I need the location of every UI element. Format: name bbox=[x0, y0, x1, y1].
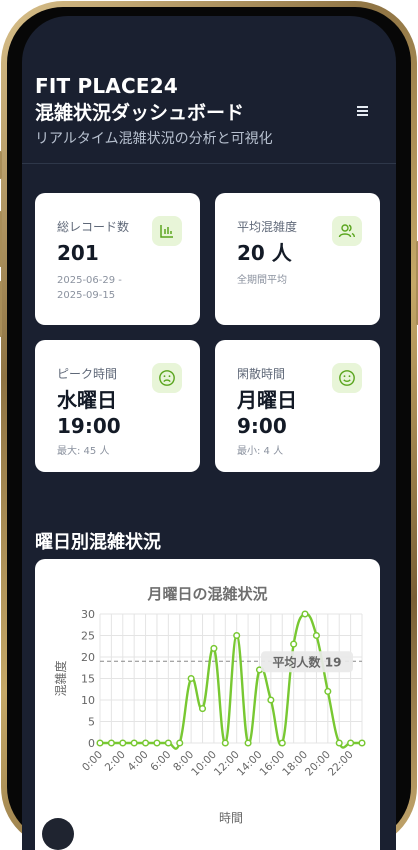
card-label: ピーク時間 bbox=[57, 367, 118, 381]
dashboard-subtitle: リアルタイム混雑状況の分析と可視化 bbox=[35, 131, 273, 147]
users-icon bbox=[332, 216, 362, 246]
y-tick-label: 15 bbox=[81, 673, 95, 686]
y-tick-label: 20 bbox=[81, 651, 95, 664]
data-point bbox=[347, 739, 355, 747]
data-point bbox=[176, 739, 184, 747]
bar-chart-icon bbox=[152, 216, 182, 246]
peak-hour: 19:00 bbox=[57, 414, 121, 438]
quiet-day: 月曜日 bbox=[237, 388, 297, 412]
data-point bbox=[278, 739, 286, 747]
volume-down-button bbox=[0, 281, 2, 337]
data-point bbox=[210, 644, 218, 652]
data-point bbox=[244, 739, 252, 747]
volume-up-button bbox=[0, 211, 2, 267]
data-point bbox=[290, 640, 298, 648]
data-point bbox=[107, 739, 115, 747]
data-point bbox=[233, 631, 241, 640]
average-label-text: 平均人数 19 bbox=[273, 654, 342, 669]
card-caption: 最小: 4 人 bbox=[237, 446, 284, 457]
card-caption: 全期間平均 bbox=[237, 275, 287, 286]
x-tick-label: 2:00 bbox=[103, 749, 128, 774]
card-date-range-start: 2025-06-29 - bbox=[57, 275, 122, 286]
floating-action-button[interactable] bbox=[42, 818, 74, 850]
data-point bbox=[267, 696, 275, 704]
card-caption: 最大: 45 人 bbox=[57, 446, 110, 457]
x-tick-label: 0:00 bbox=[80, 749, 105, 774]
section-title: 曜日別混雑状況 bbox=[35, 532, 161, 553]
quiet-hour: 9:00 bbox=[237, 414, 287, 438]
card-label: 平均混雑度 bbox=[237, 220, 298, 234]
peak-time-card: ピーク時間 水曜日 19:00 最大: 45 人 bbox=[35, 340, 200, 472]
y-tick-label: 5 bbox=[88, 716, 95, 729]
data-point bbox=[153, 739, 161, 747]
data-point bbox=[221, 739, 229, 747]
congestion-line-chart: 0510152025300:002:004:006:008:0010:0012:… bbox=[53, 608, 366, 825]
average-label: 平均人数 19 bbox=[261, 651, 353, 673]
data-point bbox=[164, 739, 172, 747]
y-axis-label: 混雑度 bbox=[53, 660, 68, 696]
data-point bbox=[142, 739, 150, 747]
data-point bbox=[312, 631, 320, 640]
average-congestion-card: 平均混雑度 20 人 全期間平均 bbox=[215, 193, 380, 325]
total-records-card: 総レコード数 201 2025-06-29 - 2025-09-15 bbox=[35, 193, 200, 325]
series-line bbox=[100, 612, 362, 750]
x-axis-label: 時間 bbox=[219, 811, 243, 825]
card-value: 201 bbox=[57, 241, 99, 265]
data-point bbox=[335, 739, 343, 747]
data-point bbox=[119, 739, 127, 747]
x-tick-label: 22:00 bbox=[326, 749, 356, 779]
card-label: 総レコード数 bbox=[57, 220, 130, 234]
card-label: 閑散時間 bbox=[237, 367, 286, 381]
data-point bbox=[198, 705, 207, 713]
card-date-range-end: 2025-09-15 bbox=[57, 290, 116, 301]
frown-icon bbox=[152, 363, 182, 393]
data-point bbox=[358, 739, 366, 747]
weekday-chart-card: 月曜日の混雑状況 0 5 10 15 20 25 30 0:00 2:00 4:00 6:00 8:0… bbox=[35, 559, 380, 850]
x-tick-label: 6:00 bbox=[148, 749, 173, 774]
x-tick-label: 4:00 bbox=[126, 749, 151, 774]
data-point bbox=[96, 739, 104, 747]
hamburger-menu-icon[interactable] bbox=[355, 103, 371, 119]
card-value: 20 人 bbox=[237, 241, 292, 265]
dashboard-title: 混雑状況ダッシュボード bbox=[35, 102, 245, 124]
data-point bbox=[301, 610, 309, 618]
action-button bbox=[0, 151, 2, 179]
quiet-time-card: 閑散時間 月曜日 9:00 最小: 4 人 bbox=[215, 340, 380, 472]
smile-icon bbox=[332, 363, 362, 393]
peak-day: 水曜日 bbox=[57, 388, 117, 412]
app-title: FIT PLACE24 bbox=[35, 74, 178, 98]
data-point bbox=[130, 739, 138, 747]
data-point bbox=[187, 674, 195, 683]
y-tick-label: 0 bbox=[88, 737, 95, 750]
y-tick-label: 30 bbox=[81, 608, 95, 621]
y-tick-label: 10 bbox=[81, 694, 95, 707]
data-point bbox=[324, 687, 332, 695]
y-tick-label: 25 bbox=[81, 630, 95, 643]
app-header: FIT PLACE24 混雑状況ダッシュボード リアルタイム混雑状況の分析と可視… bbox=[22, 16, 396, 164]
app-screen: FIT PLACE24 混雑状況ダッシュボード リアルタイム混雑状況の分析と可視… bbox=[22, 16, 396, 850]
